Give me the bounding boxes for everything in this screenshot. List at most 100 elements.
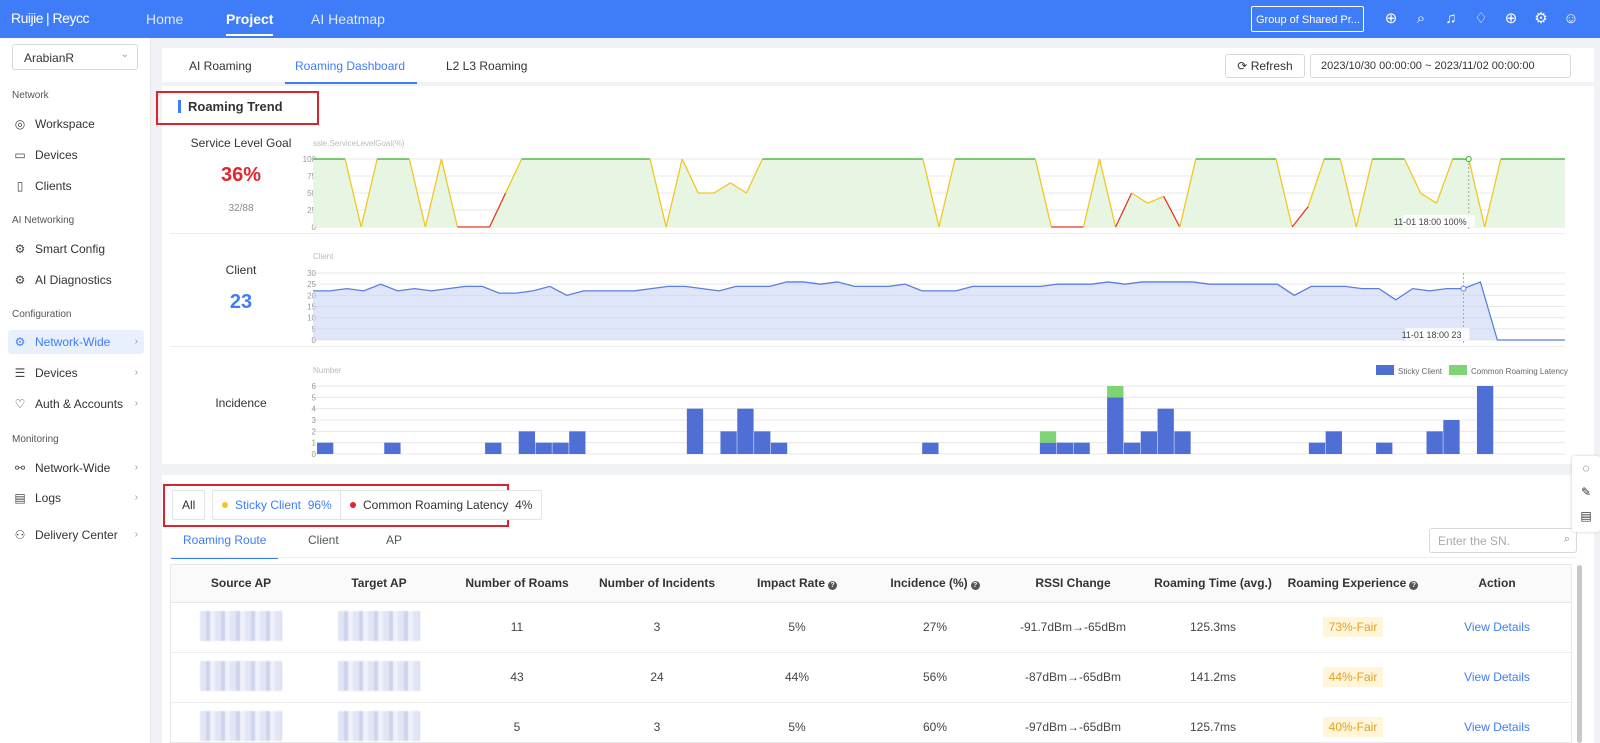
table-row: 5 3 5% 60% -97dBm→-65dBm 125.7ms 40%-Fai… (171, 702, 1571, 742)
incidence-bar-sticky (1140, 431, 1158, 454)
cell-incidence: 56% (867, 652, 1003, 703)
incidence-bar-sticky (535, 442, 552, 454)
col-incidence: Incidence (%)? (867, 565, 1003, 603)
cell-incidence: 27% (867, 602, 1003, 653)
incidence-bar-sticky (1107, 397, 1124, 454)
source-ap-blurred[interactable] (200, 710, 282, 741)
slg-tooltip: 11-01 18:00 100% (1394, 217, 1467, 227)
target-ap-blurred[interactable] (338, 710, 420, 741)
filter-sticky-client[interactable]: Sticky Client 96% (212, 490, 342, 520)
help-icon[interactable]: ? (828, 581, 838, 591)
incidence-bar-sticky (737, 408, 754, 454)
incidence-bar-sticky (1376, 442, 1393, 454)
y-tick-label: 30 (307, 269, 316, 278)
cell-time: 125.7ms (1143, 702, 1283, 742)
chevron-right-icon: › (134, 492, 138, 503)
table-row: 11 3 5% 27% -91.7dBm→-65dBm 125.3ms 73%-… (171, 602, 1571, 653)
cell-time: 141.2ms (1143, 652, 1283, 703)
view-details-link[interactable]: View Details (1464, 620, 1530, 634)
incidence-chart: 0 1 2 3 4 5 6 Number Sticky Client Common Roaming… (312, 365, 1568, 459)
legend-latency-label: Common Roaming Latency (1471, 367, 1568, 376)
logs-icon: ▤ (14, 491, 26, 505)
incidence-bar-sticky (1157, 408, 1174, 454)
clipboard-icon[interactable]: ▤ (1572, 504, 1600, 528)
cell-incidents: 3 (587, 602, 727, 653)
chevron-right-icon: › (134, 529, 138, 540)
divider (170, 557, 1577, 558)
cell-incidents: 3 (587, 702, 727, 742)
sn-search-input[interactable]: Enter the SN. ⌕ (1429, 528, 1577, 553)
col-number-of-incidents: Number of Incidents (587, 565, 727, 603)
target-ap-blurred[interactable] (338, 660, 420, 691)
incidence-bar-sticky (1426, 431, 1443, 454)
col-number-of-roams: Number of Roams (447, 565, 587, 603)
tab-roaming-route[interactable]: Roaming Route (170, 533, 279, 559)
slg-chart: 0255075100ssle.ServiceLevelGoal(%)11-01 … (303, 139, 1565, 232)
incidence-bar-sticky (922, 442, 939, 454)
incidence-bar-sticky (1123, 442, 1141, 454)
chat-icon[interactable]: ◌ (1572, 456, 1600, 480)
col-roaming-time: Roaming Time (avg.) (1143, 565, 1283, 603)
incidence-bar-sticky (1073, 442, 1090, 454)
slg-axis-title: ssle.ServiceLevelGoal(%) (313, 139, 405, 148)
incidence-bar-latency (1107, 386, 1124, 398)
legend-latency-swatch (1449, 365, 1467, 375)
tab-ap[interactable]: AP (386, 533, 402, 547)
y-tick-label: 1 (312, 439, 317, 448)
incidence-bar-sticky (1056, 442, 1073, 454)
cell-impact: 5% (727, 702, 867, 742)
cell-incidents: 24 (587, 652, 727, 703)
table-row: 43 24 44% 56% -87dBm→-65dBm 141.2ms 44%-… (171, 652, 1571, 703)
y-tick-label: 5 (312, 393, 317, 402)
incidence-bar-sticky (1325, 431, 1342, 454)
cell-time: 125.3ms (1143, 602, 1283, 653)
incidence-bar-sticky (317, 442, 334, 454)
client-axis-title: Client (313, 252, 334, 261)
sidebar-item-logs[interactable]: ▤ Logs › (8, 486, 144, 510)
incidence-bar-sticky (384, 442, 401, 454)
incidence-bar-sticky (569, 431, 586, 454)
cell-roams: 5 (447, 702, 587, 742)
y-tick-label: 6 (312, 382, 317, 391)
col-target-ap: Target AP (311, 565, 447, 603)
floating-tools: ◌ ✎ ▤ (1572, 456, 1600, 532)
source-ap-blurred[interactable] (200, 610, 282, 641)
filter-common-roaming-latency[interactable]: Common Roaming Latency 4% (340, 490, 543, 520)
delivery-icon: ⚇ (14, 528, 26, 542)
source-ap-blurred[interactable] (200, 660, 282, 691)
incidence-bar-sticky (552, 442, 569, 454)
edit-icon[interactable]: ✎ (1572, 480, 1600, 504)
cell-impact: 44% (727, 652, 867, 703)
col-rssi-change: RSSI Change (1003, 565, 1143, 603)
col-action: Action (1423, 565, 1571, 603)
help-icon[interactable]: ? (970, 581, 980, 591)
table-scrollbar[interactable] (1577, 565, 1582, 743)
sidebar-item-delivery-center[interactable]: ⚇ Delivery Center › (8, 523, 144, 547)
cell-rssi: -91.7dBm→-65dBm (1003, 602, 1143, 653)
cell-roams: 11 (447, 602, 587, 653)
filter-all[interactable]: All (172, 490, 206, 520)
yellow-dot-icon (222, 502, 228, 508)
cell-rssi: -97dBm→-65dBm (1003, 702, 1143, 742)
view-details-link[interactable]: View Details (1464, 670, 1530, 684)
roaming-route-table: Source AP Target AP Number of Roams Numb… (170, 564, 1572, 743)
tab-client[interactable]: Client (308, 533, 339, 547)
help-icon[interactable]: ? (1409, 581, 1419, 591)
incidence-bar-sticky (686, 408, 704, 454)
target-ap-blurred[interactable] (338, 610, 420, 641)
cell-impact: 5% (727, 602, 867, 653)
experience-badge: 44%-Fair (1322, 667, 1384, 687)
incidence-bar-sticky (1308, 442, 1326, 454)
view-details-link[interactable]: View Details (1464, 720, 1530, 734)
client-chart: 051015202530Client11-01 18:00 23 (307, 252, 1565, 345)
incidence-bar-sticky (754, 431, 771, 454)
incidence-bar-sticky (720, 431, 737, 454)
incidence-axis-title: Number (313, 366, 342, 375)
col-impact-rate: Impact Rate? (727, 565, 867, 603)
legend-sticky-label: Sticky Client (1398, 367, 1443, 376)
y-tick-label: 3 (312, 416, 317, 425)
table-header: Source AP Target AP Number of Roams Numb… (171, 565, 1571, 603)
y-tick-label: 25 (307, 280, 316, 289)
cell-rssi: -87dBm→-65dBm (1003, 652, 1143, 703)
experience-badge: 40%-Fair (1322, 717, 1384, 737)
